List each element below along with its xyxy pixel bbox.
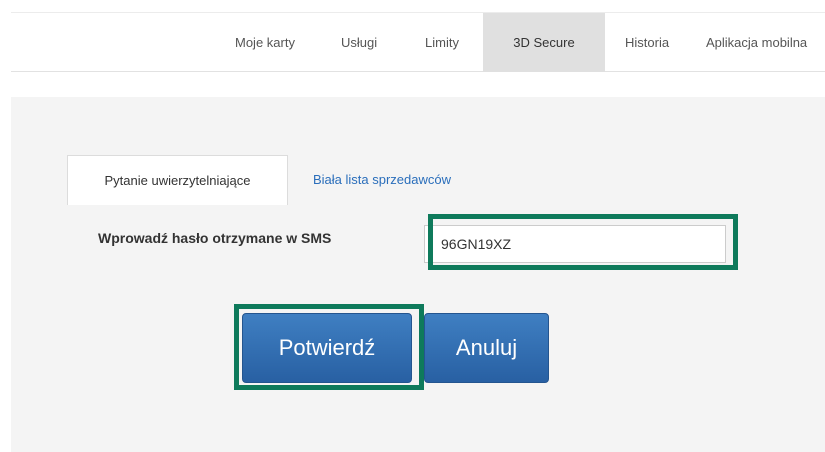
tab-pytanie-uwierzytelniajace[interactable]: Pytanie uwierzytelniające	[67, 155, 288, 205]
nav-item-moje-karty[interactable]: Moje karty	[235, 13, 295, 72]
nav-item-uslugi[interactable]: Usługi	[341, 13, 377, 72]
nav-item-limity[interactable]: Limity	[425, 13, 459, 72]
nav-item-historia[interactable]: Historia	[625, 13, 669, 72]
3d-secure-panel: Pytanie uwierzytelniające Biała lista sp…	[11, 97, 825, 452]
nav-item-3d-secure[interactable]: 3D Secure	[483, 13, 605, 72]
sms-code-label: Wprowadź hasło otrzymane w SMS	[98, 230, 332, 246]
sms-code-input[interactable]	[424, 225, 726, 263]
cancel-button[interactable]: Anuluj	[424, 313, 549, 383]
tab-biala-lista-sprzedawcow[interactable]: Biała lista sprzedawców	[313, 155, 451, 205]
confirm-button[interactable]: Potwierdź	[242, 313, 412, 383]
nav-item-aplikacja-mobilna[interactable]: Aplikacja mobilna	[706, 13, 807, 72]
top-navigation: Moje karty Usługi Limity 3D Secure Histo…	[11, 12, 825, 72]
